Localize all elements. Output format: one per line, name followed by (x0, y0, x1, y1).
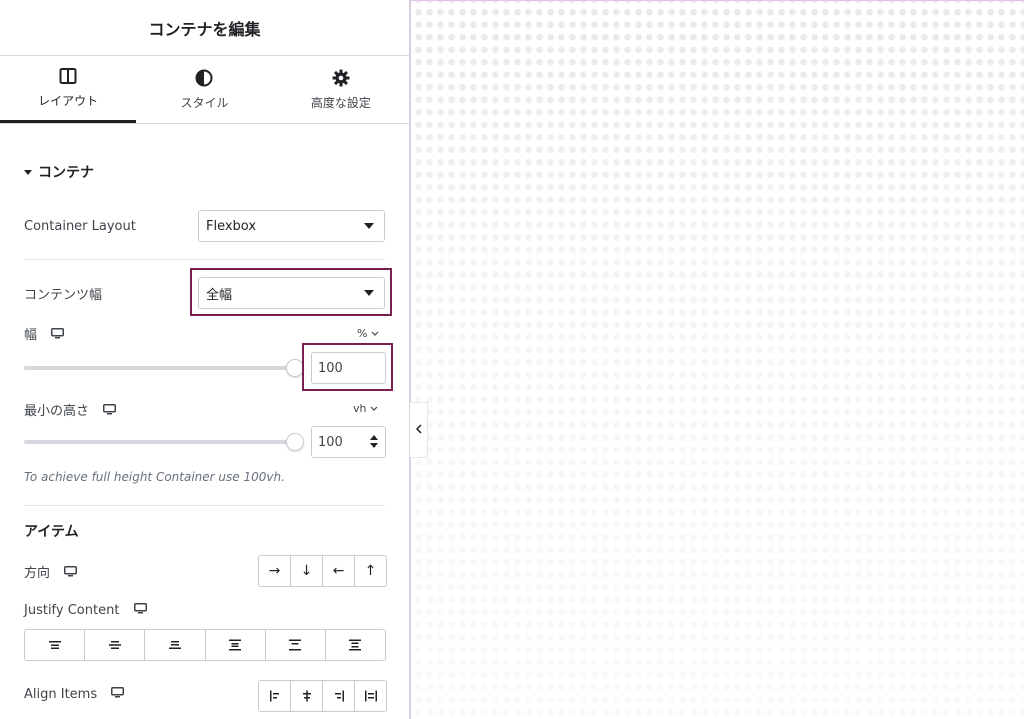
tab-layout[interactable]: レイアウト (0, 56, 137, 123)
collapse-panel-button[interactable] (410, 402, 428, 458)
desktop-monitor-icon[interactable] (103, 404, 117, 419)
direction-column-reverse-button[interactable]: ↑ (355, 556, 386, 586)
chevron-down-icon (370, 402, 378, 415)
min-height-input[interactable]: 100 (311, 426, 386, 458)
tab-style[interactable]: スタイル (136, 56, 272, 123)
justify-space-between-icon (229, 639, 242, 651)
panel-header: コンテナを編集 (0, 0, 409, 56)
min-height-label: 最小の高さ (24, 404, 90, 419)
align-center-button[interactable] (291, 681, 323, 711)
layout-columns-icon (59, 67, 77, 85)
container-layout-label: Container Layout (24, 218, 136, 234)
align-items-label: Align Items (24, 687, 98, 702)
align-start-icon (269, 690, 279, 702)
preview-canvas[interactable] (410, 0, 1024, 719)
divider (24, 259, 385, 260)
justify-space-evenly-icon (349, 639, 362, 651)
tab-style-label: スタイル (180, 95, 229, 110)
justify-start-button[interactable] (25, 630, 86, 660)
panel-tabs: レイアウト スタイル 高度な設定 (0, 56, 409, 124)
direction-column-button[interactable]: ↓ (291, 556, 323, 586)
justify-start-icon (48, 641, 61, 649)
section-toggle-container[interactable]: コンテナ (24, 162, 385, 182)
align-stretch-button[interactable] (355, 681, 386, 711)
min-height-help-text: To achieve full height Container use 100… (24, 470, 285, 484)
highlight-frame (302, 343, 393, 391)
spin-up-icon[interactable] (370, 435, 378, 440)
contrast-icon (195, 69, 213, 87)
min-height-label-row: 最小の高さ (24, 400, 385, 419)
align-center-icon (302, 690, 311, 702)
container-layout-select[interactable]: Flexbox (198, 210, 385, 242)
align-stretch-icon (364, 690, 377, 702)
editor-panel: コンテナを編集 レイアウト スタイル 高度な設定 コンテナ Container … (0, 0, 410, 719)
justify-space-between-button[interactable] (206, 630, 266, 660)
desktop-monitor-icon[interactable] (111, 687, 125, 702)
divider (24, 505, 385, 506)
width-label: 幅 (24, 328, 38, 343)
justify-content-button-group (24, 629, 386, 661)
desktop-monitor-icon[interactable] (133, 603, 147, 618)
tab-advanced-label: 高度な設定 (310, 95, 371, 110)
min-height-unit: vh (353, 402, 367, 415)
justify-end-icon (168, 641, 181, 649)
content-width-label: コンテンツ幅 (24, 287, 103, 303)
min-height-value: 100 (318, 434, 343, 450)
justify-space-around-icon (289, 639, 302, 651)
width-slider[interactable] (24, 366, 296, 370)
min-height-unit-select[interactable]: vh (353, 402, 378, 415)
tab-layout-label: レイアウト (38, 94, 99, 108)
justify-center-icon (108, 641, 121, 649)
width-unit-select[interactable]: % (357, 327, 379, 340)
justify-content-label: Justify Content (24, 603, 120, 618)
direction-button-group: → ↓ ← ↑ (258, 555, 387, 587)
direction-row-button[interactable]: → (259, 556, 291, 586)
direction-row-reverse-button[interactable]: ← (323, 556, 355, 586)
panel-title: コンテナを編集 (148, 19, 261, 39)
align-start-button[interactable] (259, 681, 291, 711)
tab-advanced[interactable]: 高度な設定 (273, 56, 409, 123)
width-unit: % (357, 327, 368, 340)
align-items-button-group (258, 680, 387, 712)
min-height-slider-handle[interactable] (286, 433, 304, 451)
chevron-left-icon (415, 422, 423, 438)
items-heading: アイテム (24, 524, 79, 540)
container-layout-value: Flexbox (206, 218, 257, 234)
chevron-down-icon (371, 327, 379, 340)
justify-space-evenly-button[interactable] (326, 630, 385, 660)
min-height-slider[interactable] (24, 440, 296, 444)
section-title: コンテナ (38, 165, 94, 181)
spin-down-icon[interactable] (370, 443, 378, 448)
desktop-monitor-icon[interactable] (51, 328, 65, 343)
justify-center-button[interactable] (85, 630, 146, 660)
align-end-button[interactable] (323, 681, 355, 711)
gear-icon (332, 69, 350, 87)
caret-down-icon (24, 169, 32, 175)
align-end-icon (334, 690, 344, 702)
desktop-monitor-icon[interactable] (64, 566, 78, 581)
justify-space-around-button[interactable] (266, 630, 326, 660)
justify-end-button[interactable] (145, 630, 206, 660)
justify-content-label-row: Justify Content (24, 603, 385, 618)
direction-label: 方向 (24, 566, 51, 581)
highlight-frame (190, 268, 392, 316)
container-layout-control: Container Layout Flexbox (24, 210, 385, 242)
number-spinner[interactable] (370, 435, 378, 448)
width-label-row: 幅 (24, 324, 385, 343)
dropdown-arrow-icon (364, 223, 374, 229)
